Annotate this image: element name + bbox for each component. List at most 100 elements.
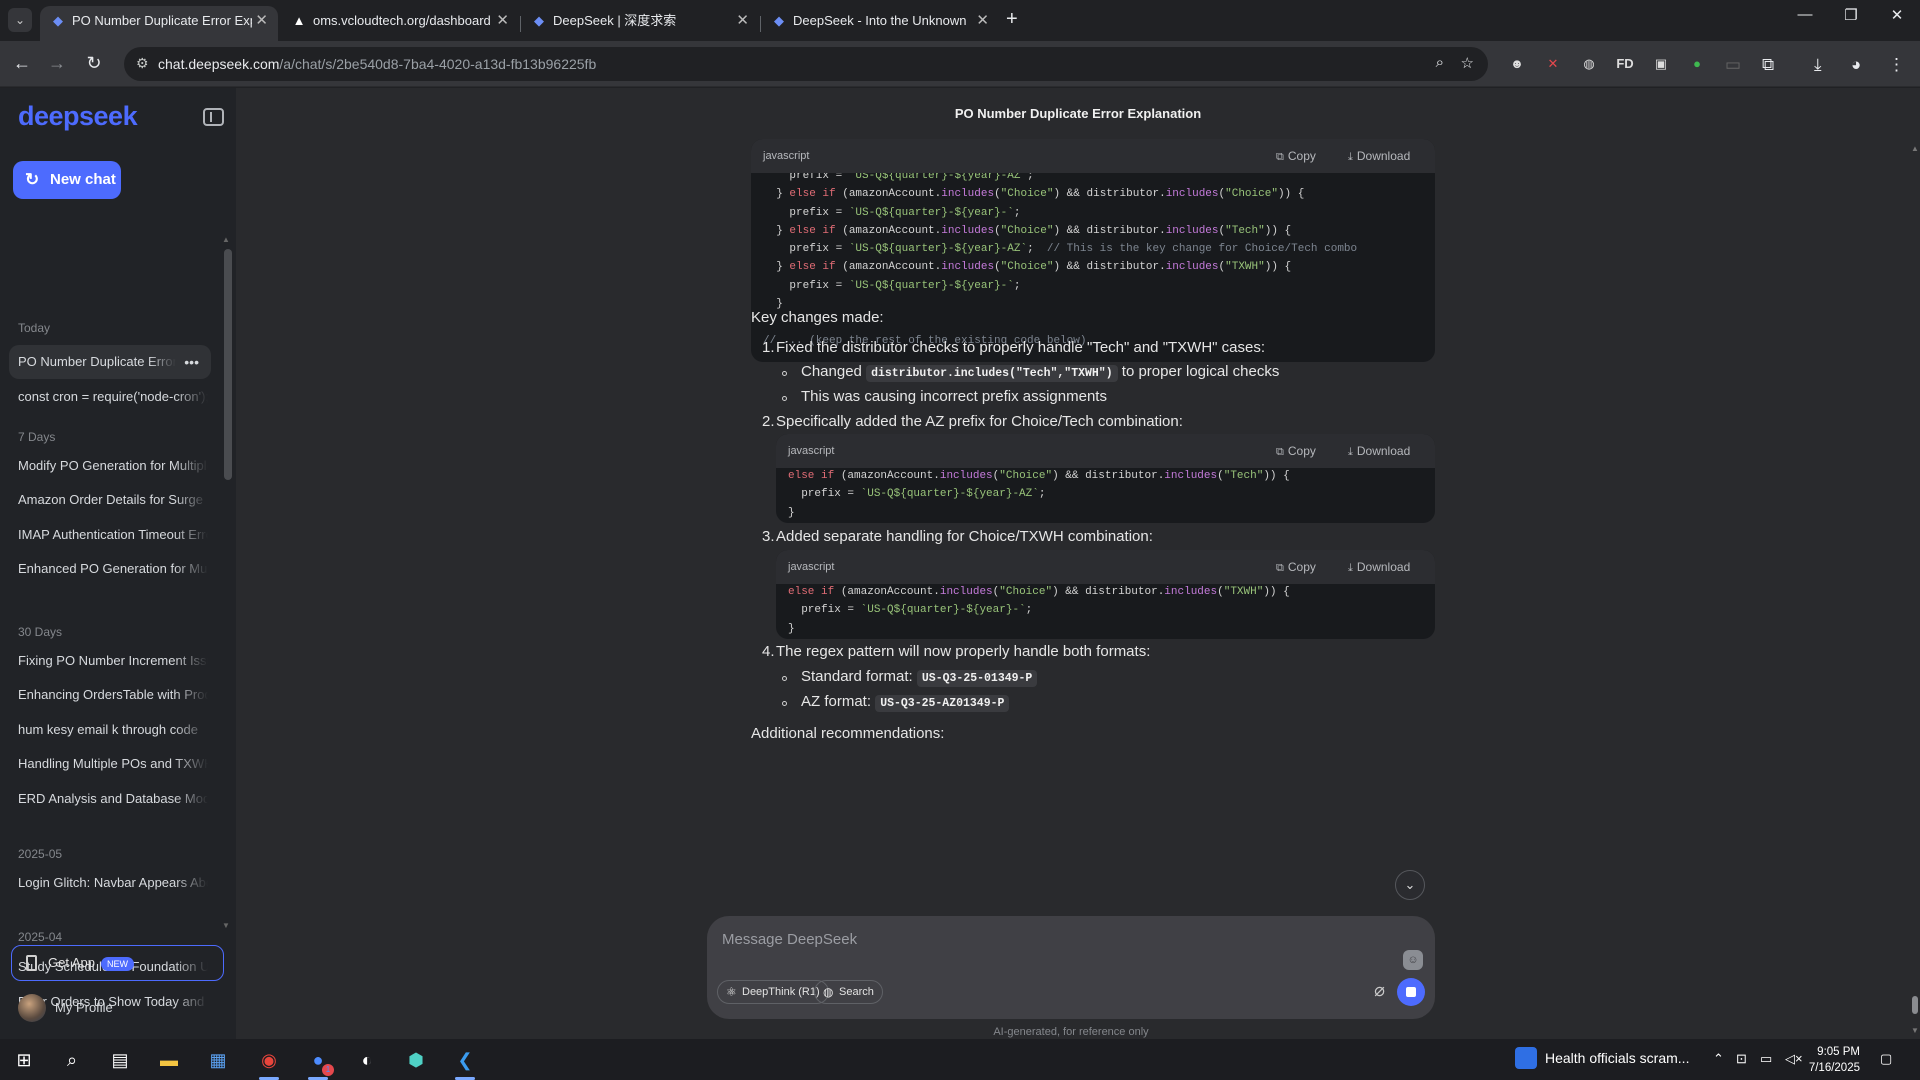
vscode-icon[interactable]: ❮ <box>451 1046 479 1080</box>
new-chat-button[interactable]: ↻ New chat <box>13 161 121 199</box>
history-item[interactable]: const cron = require('node-cron'); <box>9 380 211 414</box>
copy-icon: ⧉ <box>1276 446 1284 458</box>
download-button[interactable]: ⤓ Download <box>1348 149 1410 164</box>
chrome-icon[interactable]: ◉ <box>255 1046 283 1080</box>
copy-button[interactable]: ⧉ Copy <box>1276 560 1316 575</box>
clock[interactable]: 9:05 PM 7/16/2025 <box>1790 1044 1860 1076</box>
history-item[interactable]: Handling Multiple POs and TXWH <box>9 747 211 781</box>
window-close-button[interactable]: ✕ <box>1874 6 1920 24</box>
collapse-sidebar-icon[interactable] <box>203 108 224 126</box>
robot-icon[interactable]: ☺ <box>1403 950 1423 970</box>
menu-kebab-icon[interactable]: ⋮ <box>1888 55 1905 75</box>
deepseek-whale-icon: ◆ <box>53 13 63 28</box>
history-item[interactable]: hum kesy email k through code <box>9 713 211 747</box>
code-content: else if (amazonAccount.includes("Choice"… <box>788 470 1290 519</box>
history-item[interactable]: Amazon Order Details for Surge <box>9 483 211 517</box>
download-button[interactable]: ⤓ Download <box>1348 560 1410 575</box>
back-button[interactable]: ← <box>10 51 34 75</box>
notification-badge: 1 <box>322 1064 334 1076</box>
address-bar[interactable]: ⚙ chat.deepseek.com/a/chat/s/2be540d8-7b… <box>124 47 1488 81</box>
code-content: else if (amazonAccount.includes("Choice"… <box>788 586 1290 635</box>
main-scrollbar[interactable]: ▲ ▼ <box>1910 88 1920 1039</box>
profile-avatar-icon[interactable]: ◕ <box>1851 55 1861 75</box>
deepseek-app: deepseek ↻ New chat Today PO Number Dupl… <box>0 88 1920 1039</box>
tab-po-number[interactable]: ◆ PO Number Duplicate Error Exp ✕ <box>40 6 278 41</box>
download-button[interactable]: ⤓ Download <box>1348 444 1410 459</box>
display-icon[interactable]: ▭ <box>1760 1051 1772 1067</box>
new-tab-button[interactable]: + <box>1006 8 1018 31</box>
restore-button[interactable]: ❐ <box>1828 6 1874 24</box>
bookmark-star-icon[interactable]: ☆ <box>1461 54 1474 72</box>
extensions-bar: ☻ ✕ ◍ FD ▣ ● <box>1496 46 1701 82</box>
chevron-up-icon[interactable]: ⌃ <box>1713 1051 1724 1067</box>
deepseek-whale-icon: ◆ <box>534 13 544 28</box>
history-item[interactable]: Enhanced PO Generation for Multiple <box>9 552 211 586</box>
mongodb-compass-icon[interactable]: ◐ <box>353 1046 381 1074</box>
copy-button[interactable]: ⧉ Copy <box>1276 149 1316 164</box>
store-icon[interactable]: ▦ <box>204 1046 232 1074</box>
news-widget[interactable]: Health officials scram... <box>1515 1047 1689 1069</box>
extension-x-icon[interactable]: ✕ <box>1542 54 1564 74</box>
history-item[interactable]: PO Number Duplicate Error Explanation ••… <box>9 345 211 379</box>
file-explorer-icon[interactable]: ▬ <box>155 1046 183 1074</box>
message-input[interactable]: Message DeepSeek <box>722 931 857 948</box>
history-item[interactable]: Enhancing OrdersTable with Prod <box>9 678 211 712</box>
extension-green-icon[interactable]: ● <box>1686 54 1708 74</box>
extension-face-icon[interactable]: ☻ <box>1506 54 1528 74</box>
deepthink-toggle[interactable]: ⚛ DeepThink (R1) <box>717 980 829 1004</box>
history-item[interactable]: ERD Analysis and Database Model <box>9 782 211 816</box>
tab-strip: ⌄ ◆ PO Number Duplicate Error Exp ✕ ▲ om… <box>0 0 1920 41</box>
search-icon[interactable]: ⌕ <box>58 1046 86 1074</box>
history-item[interactable]: IMAP Authentication Timeout Error <box>9 518 211 552</box>
search-toggle[interactable]: ◍ Search <box>814 980 883 1004</box>
site-info-icon[interactable]: ⚙ <box>136 55 149 72</box>
close-icon[interactable]: ✕ <box>255 6 268 35</box>
list-item-1: Fixed the distributor checks to properly… <box>776 339 1266 356</box>
extension-dim-icon[interactable]: ▭ <box>1725 55 1741 75</box>
my-profile-button[interactable]: My Profile <box>18 993 113 1023</box>
copy-button[interactable]: ⧉ Copy <box>1276 444 1316 459</box>
scrollbar-thumb[interactable] <box>1912 996 1918 1014</box>
notification-center-icon[interactable]: ▢ <box>1880 1051 1892 1067</box>
close-icon[interactable]: ✕ <box>976 6 989 35</box>
scroll-to-bottom-button[interactable]: ⌄ <box>1395 870 1425 900</box>
close-icon[interactable]: ✕ <box>736 6 749 35</box>
download-icon[interactable]: ⤓ <box>1814 55 1822 75</box>
zoom-icon[interactable]: ⌕ <box>1436 54 1444 71</box>
minimize-button[interactable]: — <box>1782 6 1828 23</box>
tab-search-button[interactable]: ⌄ <box>8 8 32 32</box>
extension-fd-icon[interactable]: FD <box>1614 54 1636 74</box>
zoom-app-icon[interactable]: 1 ● <box>304 1046 334 1080</box>
windows-start-icon[interactable]: ⊞ <box>10 1046 38 1074</box>
code-block: javascript ⧉ Copy ⤓ Download prefix = `US-… <box>751 139 1435 362</box>
get-app-button[interactable]: Get App NEW <box>11 945 224 981</box>
tab-deepseek-cn[interactable]: ◆ DeepSeek | 深度求索 ✕ <box>521 6 759 41</box>
history-item[interactable]: Fixing PO Number Increment Issue <box>9 644 211 678</box>
network-icon[interactable]: ⊡ <box>1736 1051 1747 1067</box>
task-view-icon[interactable]: ▤ <box>106 1046 134 1074</box>
sidebar: deepseek ↻ New chat Today PO Number Dupl… <box>0 88 236 1039</box>
scroll-up-arrow[interactable]: ▲ <box>222 235 230 244</box>
extension-globe-icon[interactable]: ◍ <box>1578 54 1600 74</box>
extensions-puzzle-icon[interactable]: ⧉ <box>1762 55 1774 75</box>
extension-image-icon[interactable]: ▣ <box>1650 54 1672 74</box>
tab-deepseek-unknown[interactable]: ◆ DeepSeek - Into the Unknown ✕ <box>761 6 999 41</box>
app-icon[interactable]: ⬢ <box>402 1046 430 1074</box>
forward-button[interactable]: → <box>45 51 69 75</box>
scroll-down-arrow[interactable]: ▼ <box>222 921 230 930</box>
reload-button[interactable]: ↻ <box>82 51 106 75</box>
group-label: 7 Days <box>18 430 56 444</box>
history-item[interactable]: Login Glitch: Navbar Appears Abo <box>9 866 211 900</box>
group-label: 30 Days <box>18 625 63 639</box>
list-number: 4. <box>762 643 775 660</box>
attachment-icon[interactable]: ⌀ <box>1374 980 1385 1001</box>
history-item[interactable]: Modify PO Generation for Multiple <box>9 449 211 483</box>
tab-oms[interactable]: ▲ oms.vcloudtech.org/dashboard ✕ <box>281 6 519 41</box>
scroll-up-arrow[interactable]: ▲ <box>1911 144 1919 153</box>
windows-taskbar: ⊞ ⌕ ▤ ▬ ▦ ◉ 1 ● ◐ ⬢ ❮ Health officials sc… <box>0 1039 1920 1080</box>
scroll-down-arrow[interactable]: ▼ <box>1911 1026 1919 1035</box>
stop-generating-button[interactable] <box>1397 978 1425 1006</box>
close-icon[interactable]: ✕ <box>496 6 509 35</box>
sidebar-scrollbar[interactable] <box>224 249 232 480</box>
more-options-icon[interactable]: ••• <box>184 345 199 379</box>
